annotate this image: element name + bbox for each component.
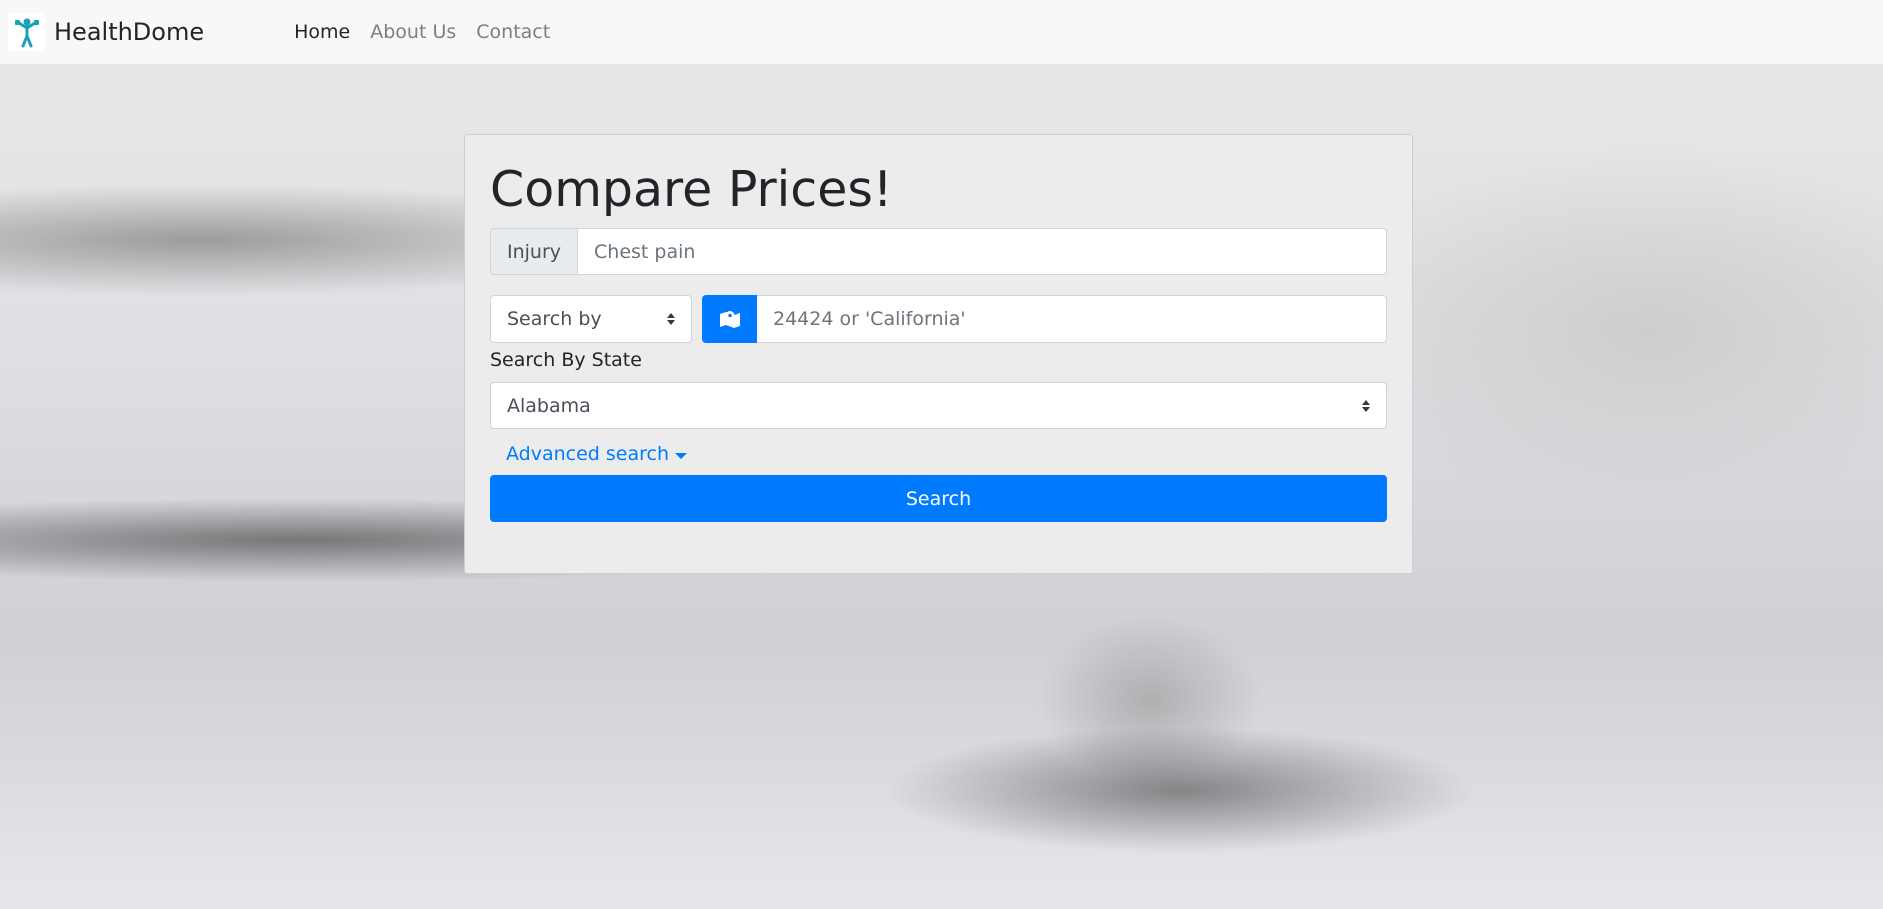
- compare-prices-card: Compare Prices! Injury Search by Search …: [464, 134, 1413, 574]
- nav-link-about-us[interactable]: About Us: [370, 21, 456, 43]
- page-title: Compare Prices!: [490, 161, 893, 218]
- injury-input-group: Injury: [490, 228, 1387, 275]
- search-by-value: Search by: [507, 308, 602, 330]
- state-select[interactable]: Alabama: [490, 382, 1387, 429]
- advanced-search-toggle[interactable]: Advanced search: [506, 443, 688, 465]
- select-caret-icon: [667, 313, 675, 325]
- search-button[interactable]: Search: [490, 475, 1387, 522]
- location-input[interactable]: [757, 295, 1387, 343]
- state-select-value: Alabama: [507, 394, 591, 417]
- caret-down-icon: [675, 453, 688, 459]
- search-by-state-label: Search By State: [490, 349, 642, 371]
- brand-logo-icon: [8, 13, 46, 51]
- nav-link-contact[interactable]: Contact: [476, 21, 550, 43]
- nav-links: Home About Us Contact: [294, 21, 570, 43]
- nav-link-home[interactable]: Home: [294, 21, 350, 43]
- advanced-search-label: Advanced search: [506, 443, 670, 465]
- brand-name: HealthDome: [54, 18, 205, 46]
- map-location-button[interactable]: [702, 295, 757, 343]
- location-row: Search by: [490, 295, 1387, 343]
- select-caret-icon: [1362, 399, 1370, 412]
- map-marker-icon: [719, 311, 740, 328]
- search-by-select[interactable]: Search by: [490, 295, 692, 343]
- top-navbar: HealthDome Home About Us Contact: [0, 0, 1883, 64]
- brand[interactable]: HealthDome: [8, 13, 204, 51]
- injury-addon-label: Injury: [490, 228, 579, 275]
- injury-input[interactable]: [578, 228, 1387, 275]
